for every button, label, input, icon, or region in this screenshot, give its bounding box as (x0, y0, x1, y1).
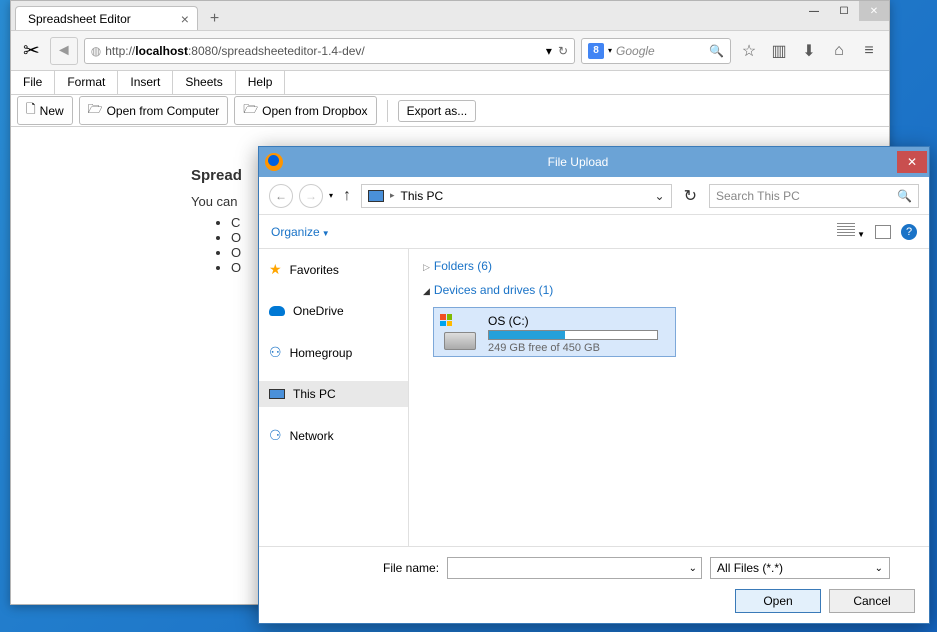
cloud-icon (269, 306, 285, 316)
search-placeholder: Google (616, 44, 709, 58)
pc-icon (368, 190, 384, 202)
organize-button[interactable]: Organize▼ (271, 225, 330, 239)
drive-info: OS (C:) 249 GB free of 450 GB (488, 314, 669, 350)
menu-insert[interactable]: Insert (118, 71, 173, 94)
dialog-body: ★Favorites OneDrive ⚇Homegroup This PC ⚆… (259, 249, 929, 546)
menu-sheets[interactable]: Sheets (173, 71, 235, 94)
nav-this-pc[interactable]: This PC (259, 381, 408, 407)
file-upload-dialog: File Upload ✕ ← → ▾ ↑ ▸ This PC ⌄ ↻ Sear… (258, 146, 930, 624)
tab-close-icon[interactable]: × (181, 11, 189, 27)
filename-input[interactable]: ⌄ (447, 557, 702, 579)
cancel-button[interactable]: Cancel (829, 589, 915, 613)
search-placeholder: Search This PC (716, 189, 897, 203)
search-icon[interactable]: 🔍 (709, 44, 724, 58)
dialog-titlebar[interactable]: File Upload ✕ (259, 147, 929, 177)
home-icon[interactable]: ⌂ (827, 42, 851, 60)
dialog-nav-bar: ← → ▾ ↑ ▸ This PC ⌄ ↻ Search This PC 🔍 (259, 177, 929, 215)
breadcrumb[interactable]: ▸ This PC ⌄ (361, 184, 672, 208)
menu-icon[interactable]: ≡ (857, 42, 881, 60)
drive-free-text: 249 GB free of 450 GB (488, 342, 669, 354)
file-type-filter[interactable]: All Files (*.*)⌄ (710, 557, 890, 579)
collapse-icon: ◢ (423, 286, 430, 296)
google-icon: 8 (588, 43, 604, 59)
url-dropdown-icon[interactable]: ▾ (546, 44, 552, 58)
app-toolbar: 🗋New 🗁Open from Computer 🗁Open from Drop… (11, 95, 889, 127)
url-text: http://localhost:8080/spreadsheeteditor-… (105, 44, 546, 58)
nav-back-button[interactable]: ← (269, 184, 293, 208)
filename-label: File name: (383, 561, 439, 575)
breadcrumb-location: This PC (401, 189, 444, 203)
open-button[interactable]: Open (735, 589, 821, 613)
help-button[interactable]: ? (901, 224, 917, 240)
window-controls: — ☐ ✕ (799, 1, 889, 21)
browser-search-input[interactable]: 8 ▾ Google 🔍 (581, 38, 731, 64)
pc-icon (269, 389, 285, 399)
window-minimize[interactable]: — (799, 1, 829, 21)
nav-onedrive[interactable]: OneDrive (259, 298, 408, 324)
dialog-toolbar: Organize▼ ▼ ? (259, 215, 929, 249)
window-maximize[interactable]: ☐ (829, 1, 859, 21)
tab-title: Spreadsheet Editor (28, 12, 131, 26)
chevron-down-icon[interactable]: ⌄ (655, 189, 665, 203)
file-list-pane: ▷Folders (6) ◢Devices and drives (1) OS … (409, 249, 929, 546)
globe-icon: ◍ (91, 44, 101, 58)
refresh-button[interactable]: ↻ (678, 186, 703, 206)
network-icon: ⚆ (269, 427, 282, 444)
reload-icon[interactable]: ↻ (558, 44, 568, 58)
scissors-icon[interactable]: ✂ (19, 38, 44, 63)
dialog-close-button[interactable]: ✕ (897, 151, 927, 173)
menu-help[interactable]: Help (236, 71, 286, 94)
browser-tab[interactable]: Spreadsheet Editor × (15, 6, 198, 30)
window-close[interactable]: ✕ (859, 1, 889, 21)
downloads-icon[interactable]: ⬇ (797, 41, 821, 61)
drive-usage-bar (488, 330, 658, 340)
chevron-down-icon: ⌄ (875, 563, 883, 574)
chevron-down-icon: ▼ (322, 229, 330, 238)
url-bar: ✂ ◄ ◍ http://localhost:8080/spreadsheete… (11, 31, 889, 71)
url-input[interactable]: ◍ http://localhost:8080/spreadsheetedito… (84, 38, 575, 64)
app-menu-bar: File Format Insert Sheets Help (11, 71, 889, 95)
folders-section[interactable]: ▷Folders (6) (423, 259, 915, 273)
tab-bar: Spreadsheet Editor × + (11, 1, 889, 31)
bookmark-icon[interactable]: ☆ (737, 41, 761, 61)
chevron-right-icon: ▸ (390, 190, 395, 201)
dialog-title: File Upload (259, 155, 897, 169)
menu-format[interactable]: Format (55, 71, 118, 94)
search-dropdown-icon[interactable]: ▾ (608, 46, 612, 55)
library-icon[interactable]: ▥ (767, 41, 791, 61)
divider (387, 100, 388, 122)
new-button[interactable]: 🗋New (17, 96, 73, 125)
star-icon: ★ (269, 261, 282, 278)
drive-name: OS (C:) (488, 314, 669, 328)
nav-forward-button[interactable]: → (299, 184, 323, 208)
folder-icon: 🗁 (243, 100, 258, 121)
open-from-dropbox-button[interactable]: 🗁Open from Dropbox (234, 96, 376, 125)
view-thumbnails-button[interactable]: ▼ (837, 223, 865, 240)
navigation-pane: ★Favorites OneDrive ⚇Homegroup This PC ⚆… (259, 249, 409, 546)
document-icon: 🗋 (26, 100, 36, 121)
drive-os-c[interactable]: OS (C:) 249 GB free of 450 GB (433, 307, 676, 357)
search-icon: 🔍 (897, 189, 912, 203)
drive-icon (440, 314, 478, 350)
view-details-button[interactable] (875, 225, 891, 239)
open-from-computer-button[interactable]: 🗁Open from Computer (79, 96, 229, 125)
devices-section[interactable]: ◢Devices and drives (1) (423, 283, 915, 297)
expand-icon: ▷ (423, 262, 430, 272)
menu-file[interactable]: File (11, 71, 55, 94)
new-tab-button[interactable]: + (202, 10, 227, 28)
recent-dropdown-icon[interactable]: ▾ (329, 191, 333, 200)
nav-back-button[interactable]: ◄ (50, 37, 78, 65)
nav-homegroup[interactable]: ⚇Homegroup (259, 338, 408, 367)
nav-favorites[interactable]: ★Favorites (259, 255, 408, 284)
chevron-down-icon[interactable]: ⌄ (689, 563, 697, 574)
export-button[interactable]: Export as... (398, 100, 477, 122)
nav-up-button[interactable]: ↑ (339, 187, 355, 205)
folder-icon: 🗁 (88, 100, 103, 121)
nav-network[interactable]: ⚆Network (259, 421, 408, 450)
dialog-search-input[interactable]: Search This PC 🔍 (709, 184, 919, 208)
firefox-icon (265, 153, 283, 171)
dialog-footer: File name: ⌄ All Files (*.*)⌄ Open Cance… (259, 546, 929, 623)
homegroup-icon: ⚇ (269, 344, 282, 361)
